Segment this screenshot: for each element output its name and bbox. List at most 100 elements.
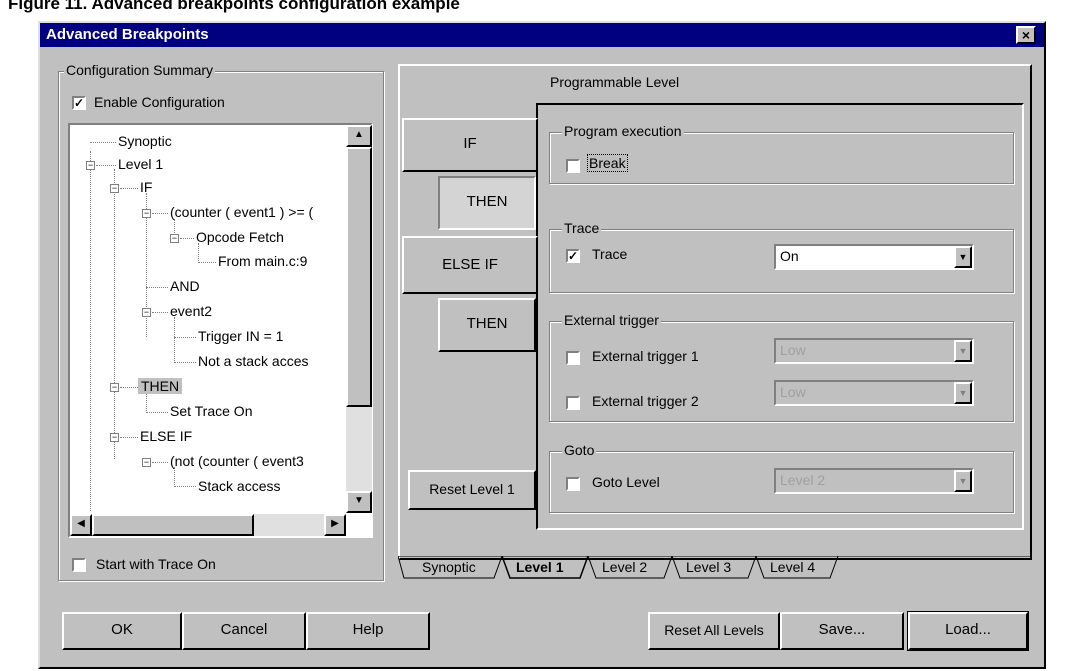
start-with-trace-on-label: Start with Trace On (96, 556, 216, 572)
reset-all-levels-button[interactable]: Reset All Levels (648, 612, 780, 650)
then-block[interactable]: THEN (438, 298, 536, 352)
chevron-down-icon[interactable]: ▼ (954, 246, 972, 268)
tree-line (198, 243, 199, 263)
tree-line (120, 387, 138, 388)
tree-node[interactable]: Stack access (198, 478, 280, 494)
chevron-down-icon[interactable]: ▼ (954, 382, 972, 404)
enable-configuration-checkbox[interactable]: ✓ (72, 96, 86, 110)
external-trigger-1-label: External trigger 1 (592, 348, 699, 364)
external-trigger-1-value: Low (780, 342, 806, 358)
collapse-icon[interactable]: − (170, 234, 179, 243)
collapse-icon[interactable]: − (110, 184, 119, 193)
arrow-up-icon: ▲ (354, 129, 364, 140)
chevron-down-icon[interactable]: ▼ (954, 340, 972, 362)
external-trigger-label: External trigger (562, 312, 661, 328)
tree-line (152, 462, 168, 463)
ok-button[interactable]: OK (62, 612, 182, 650)
tree-node[interactable]: Trigger IN = 1 (198, 328, 283, 344)
reset-level-button[interactable]: Reset Level 1 (408, 470, 536, 510)
tree-node[interactable]: (not (counter ( event3 (170, 453, 304, 469)
tab-level-1[interactable]: Level 1 (516, 559, 563, 575)
trace-checkbox[interactable]: ✓ (566, 249, 580, 263)
tree-line (174, 337, 196, 338)
goto-group-label: Goto (562, 442, 597, 458)
load-button[interactable]: Load... (907, 611, 1029, 651)
external-trigger-2-label: External trigger 2 (592, 393, 699, 409)
break-label: Break (587, 154, 628, 172)
tree-node[interactable]: Set Trace On (170, 403, 252, 419)
tree-node[interactable]: Not a stack acces (198, 353, 309, 369)
tree-node[interactable]: Opcode Fetch (196, 229, 284, 245)
trace-mode-select[interactable]: On ▼ (774, 244, 974, 270)
check-icon: ✓ (74, 96, 85, 110)
collapse-icon[interactable]: − (142, 458, 151, 467)
close-icon: × (1021, 27, 1031, 43)
tree-node-selected[interactable]: THEN (138, 378, 183, 394)
tree-line (174, 467, 175, 487)
tree-line (90, 142, 116, 143)
tree-line (152, 312, 168, 313)
enable-configuration-label: Enable Configuration (94, 94, 225, 110)
scroll-thumb[interactable] (346, 147, 372, 407)
tree-node[interactable]: IF (140, 179, 152, 195)
scroll-up-button[interactable]: ▲ (346, 125, 372, 147)
goto-level-checkbox[interactable] (566, 477, 580, 491)
scroll-right-button[interactable]: ▶ (324, 514, 346, 536)
external-trigger-1-checkbox[interactable] (566, 351, 580, 365)
scroll-left-button[interactable]: ◀ (70, 514, 92, 536)
break-checkbox[interactable] (566, 159, 580, 173)
scroll-down-button[interactable]: ▼ (346, 491, 372, 513)
tab-level-3[interactable]: Level 3 (686, 559, 731, 575)
tree-node[interactable]: Synoptic (118, 133, 172, 149)
cancel-button[interactable]: Cancel (182, 612, 306, 650)
goto-level-label: Goto Level (592, 474, 660, 490)
collapse-icon[interactable]: − (142, 209, 151, 218)
tree-line (174, 317, 175, 363)
tree-node[interactable]: Level 1 (118, 156, 163, 172)
tree-node[interactable]: (counter ( event1 ) >= ( (170, 204, 313, 220)
collapse-icon[interactable]: − (110, 433, 119, 442)
if-block[interactable]: IF (402, 118, 538, 172)
chevron-down-icon[interactable]: ▼ (954, 470, 972, 492)
external-trigger-2-value: Low (780, 384, 806, 400)
start-with-trace-on-checkbox[interactable] (72, 558, 86, 572)
tree-node[interactable]: From main.c:9 (218, 253, 307, 269)
trace-group-label: Trace (562, 220, 602, 236)
else-if-block[interactable]: ELSE IF (402, 236, 538, 294)
tab-level-2[interactable]: Level 2 (602, 559, 647, 575)
trace-mode-value: On (780, 248, 799, 264)
check-icon: ✓ (568, 249, 579, 263)
collapse-icon[interactable]: − (110, 383, 119, 392)
tree-line (152, 213, 168, 214)
close-button[interactable]: × (1016, 26, 1036, 44)
tree-node[interactable]: event2 (170, 303, 212, 319)
tree-horizontal-scrollbar[interactable]: ◀ ▶ (70, 514, 346, 536)
tree-node[interactable]: ELSE IF (140, 428, 192, 444)
tab-level-4[interactable]: Level 4 (770, 559, 815, 575)
tree-vertical-scrollbar[interactable]: ▲ ▼ (346, 125, 372, 513)
scroll-thumb[interactable] (92, 514, 254, 536)
tree-line (120, 437, 138, 438)
arrow-right-icon: ▶ (331, 518, 339, 529)
program-execution-label: Program execution (562, 123, 684, 139)
level-tab-strip: Synoptic Level 1 Level 2 Level 3 Level 4 (398, 556, 1032, 582)
then-block-selected[interactable]: THEN (438, 176, 536, 230)
tree-line (90, 151, 91, 511)
tab-synoptic[interactable]: Synoptic (422, 559, 476, 575)
external-trigger-2-select[interactable]: Low ▼ (774, 380, 974, 406)
tree-line (146, 393, 147, 413)
configuration-tree[interactable]: − − − − − − − − Synoptic Level 1 IF (cou… (68, 123, 373, 538)
external-trigger-1-select[interactable]: Low ▼ (774, 338, 974, 364)
help-button[interactable]: Help (306, 612, 430, 650)
collapse-icon[interactable]: − (142, 308, 151, 317)
save-button[interactable]: Save... (780, 612, 904, 650)
external-trigger-2-checkbox[interactable] (566, 396, 580, 410)
arrow-left-icon: ◀ (77, 518, 85, 529)
collapse-icon[interactable]: − (86, 161, 95, 170)
tree-node[interactable]: AND (170, 278, 200, 294)
tree-line (146, 412, 168, 413)
goto-level-select[interactable]: Level 2 ▼ (774, 468, 974, 494)
title-bar[interactable]: Advanced Breakpoints (40, 23, 1044, 47)
configuration-summary-label: Configuration Summary (64, 62, 216, 78)
tree-line (174, 486, 196, 487)
